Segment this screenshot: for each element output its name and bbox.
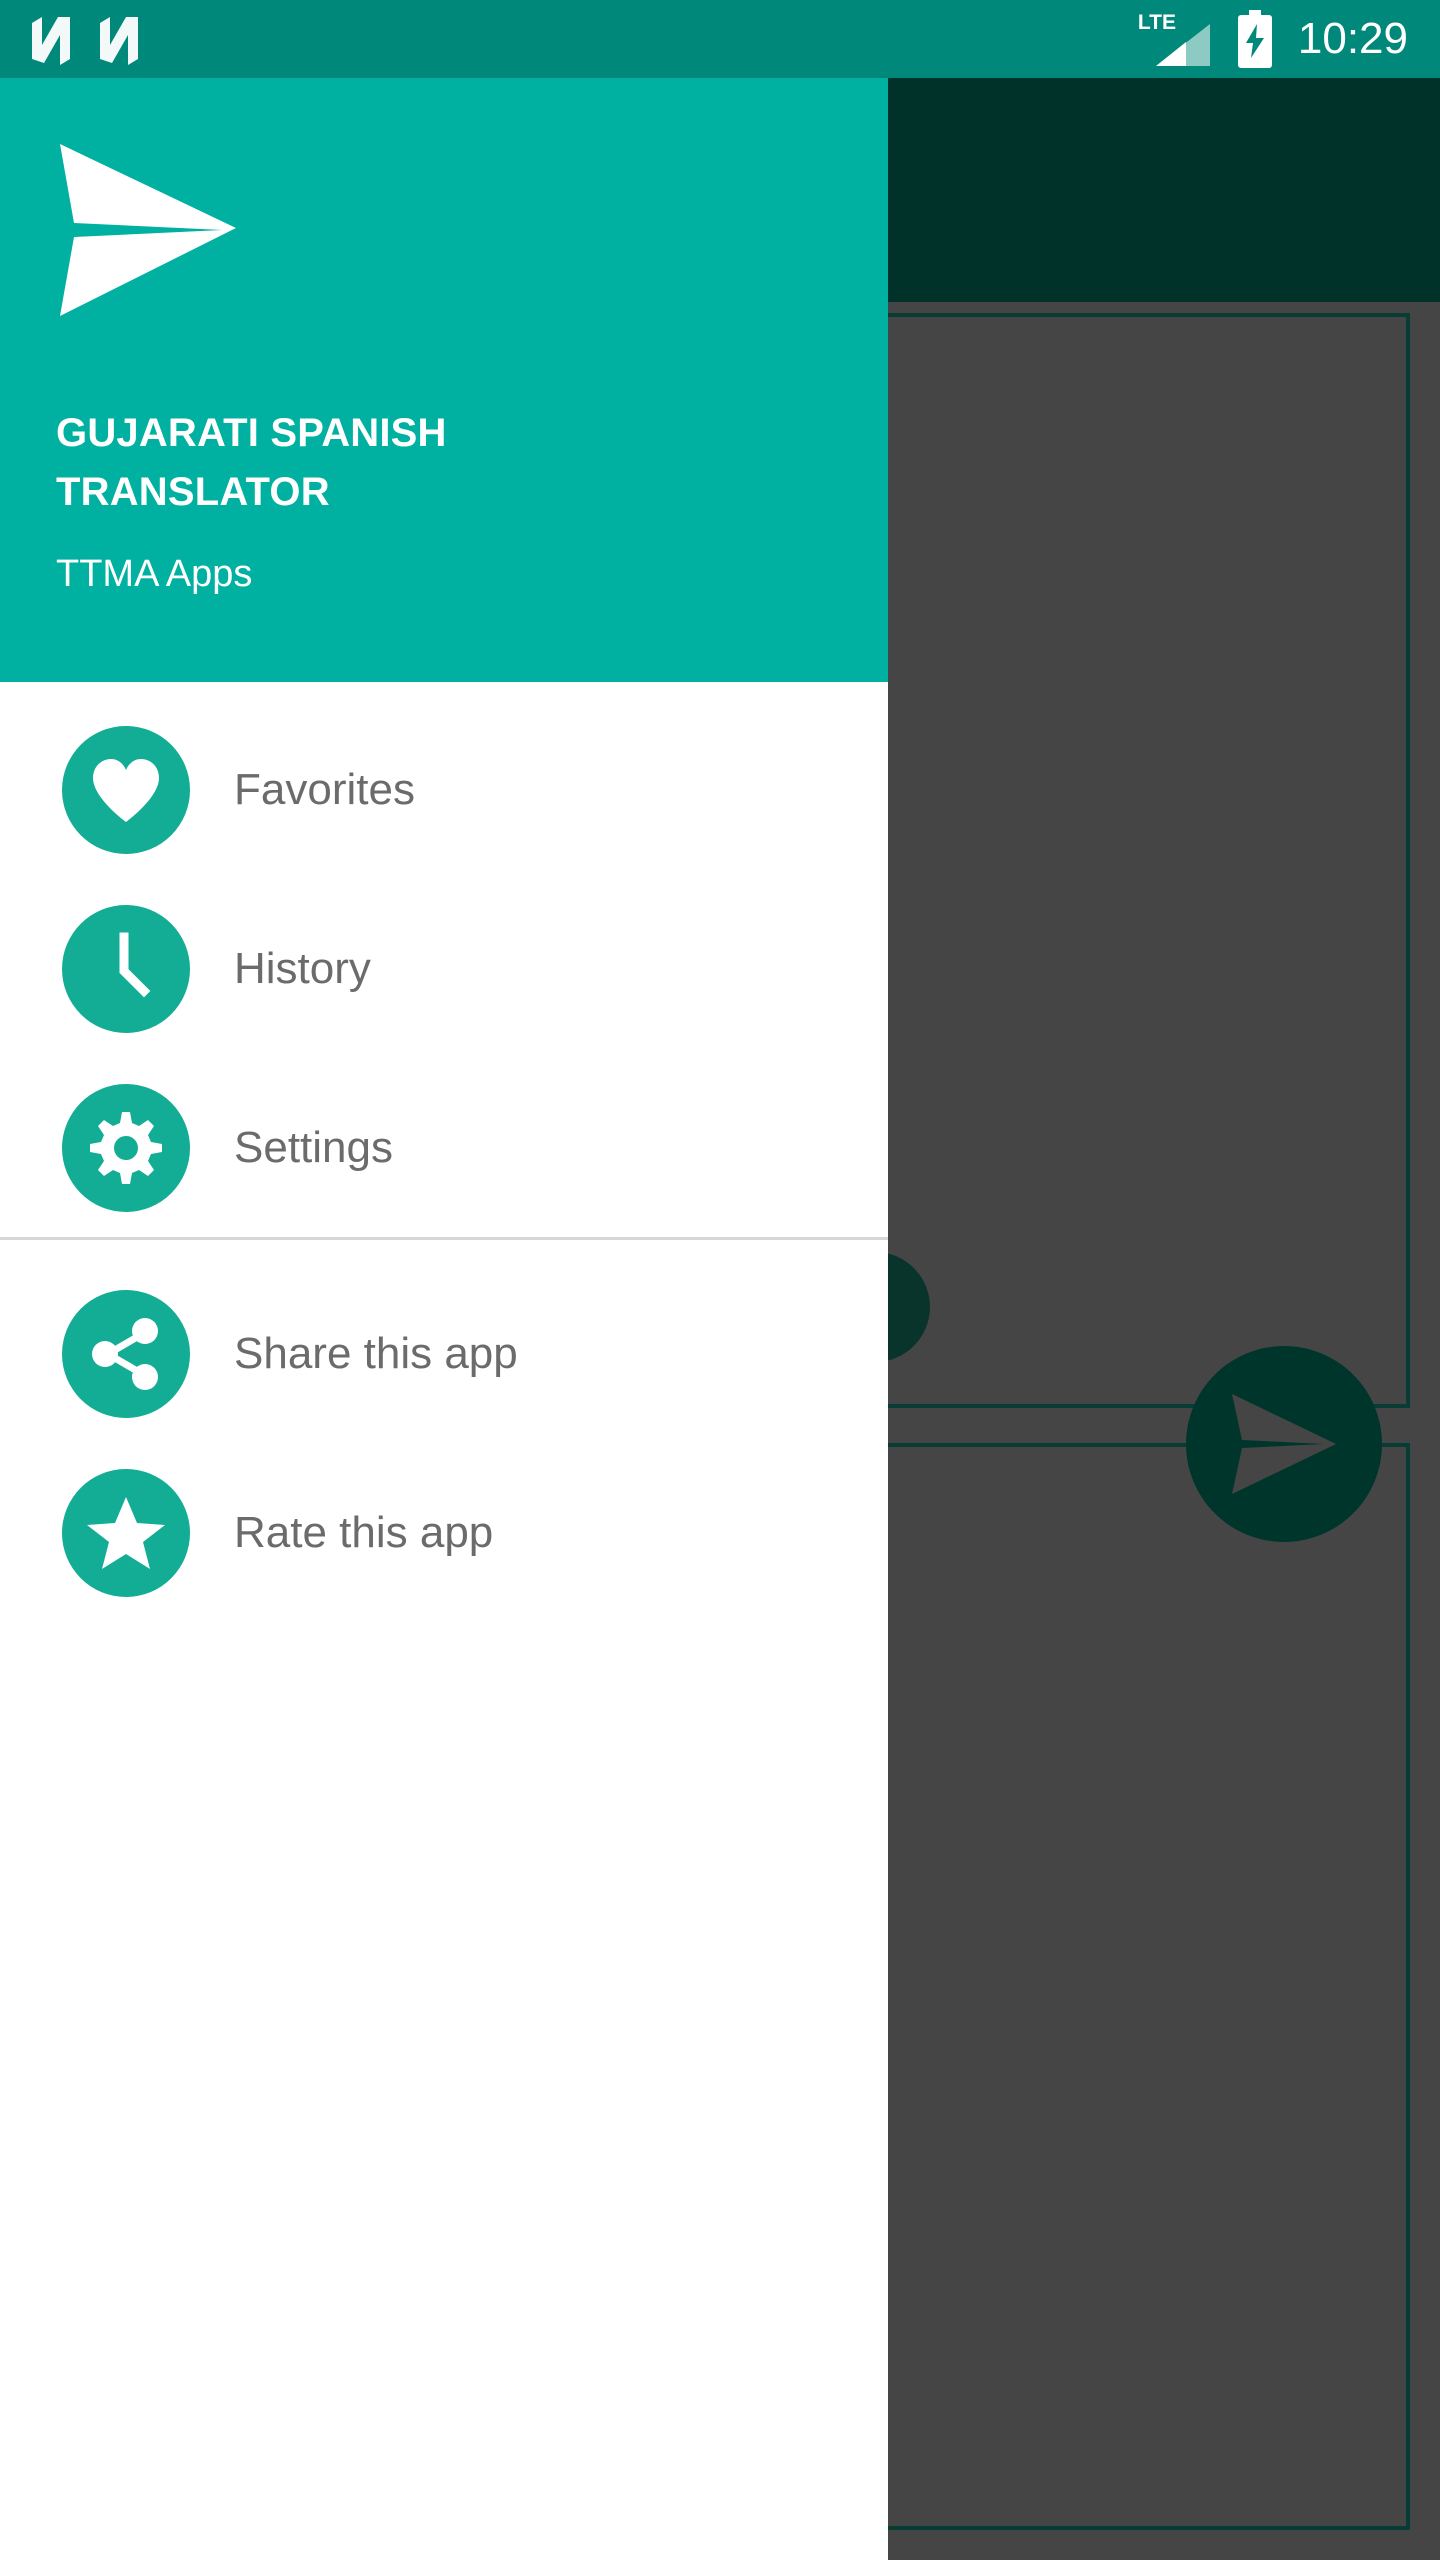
app-screen: SPANISH GUJARATI SPANISH TRANSLATOR TTMA… [0, 0, 1440, 2560]
drawer-menu: Favorites History Settings Share this ap… [0, 682, 888, 1622]
heart-icon [62, 725, 190, 854]
sidebar-item-label: Favorites [234, 764, 415, 814]
drawer-header: GUJARATI SPANISH TRANSLATOR TTMA Apps [0, 0, 888, 682]
sidebar-item-label: Share this app [234, 1328, 518, 1378]
sidebar-item-settings[interactable]: Settings [0, 1058, 888, 1237]
star-icon [62, 1468, 190, 1597]
android-n-icon [96, 13, 142, 65]
navigation-drawer: GUJARATI SPANISH TRANSLATOR TTMA Apps Fa… [0, 0, 888, 2560]
sidebar-item-label: History [234, 943, 371, 993]
clock-icon [62, 904, 190, 1033]
system-status-bar: LTE 10:29 [0, 0, 1440, 78]
status-bar-notification-icons [28, 13, 142, 65]
share-icon [62, 1289, 190, 1418]
gear-icon [62, 1083, 190, 1212]
sidebar-item-label: Settings [234, 1122, 393, 1172]
sidebar-item-share-this-app[interactable]: Share this app [0, 1264, 888, 1443]
drawer-app-subtitle: TTMA Apps [56, 553, 253, 595]
sidebar-item-rate-this-app[interactable]: Rate this app [0, 1443, 888, 1622]
status-bar-system-icons: LTE 10:29 [1136, 10, 1408, 68]
sidebar-item-favorites[interactable]: Favorites [0, 700, 888, 879]
android-n-icon [28, 13, 74, 65]
drawer-menu-group-primary: Favorites History Settings [0, 682, 888, 1237]
sidebar-item-history[interactable]: History [0, 879, 888, 1058]
signal-bars-icon: LTE [1136, 12, 1212, 66]
drawer-menu-group-secondary: Share this app Rate this app [0, 1240, 888, 1622]
drawer-app-title: GUJARATI SPANISH TRANSLATOR [56, 411, 447, 514]
send-plane-icon [54, 140, 239, 320]
battery-charging-icon [1234, 10, 1276, 68]
sidebar-item-label: Rate this app [234, 1507, 494, 1557]
status-bar-clock: 10:29 [1297, 14, 1408, 63]
